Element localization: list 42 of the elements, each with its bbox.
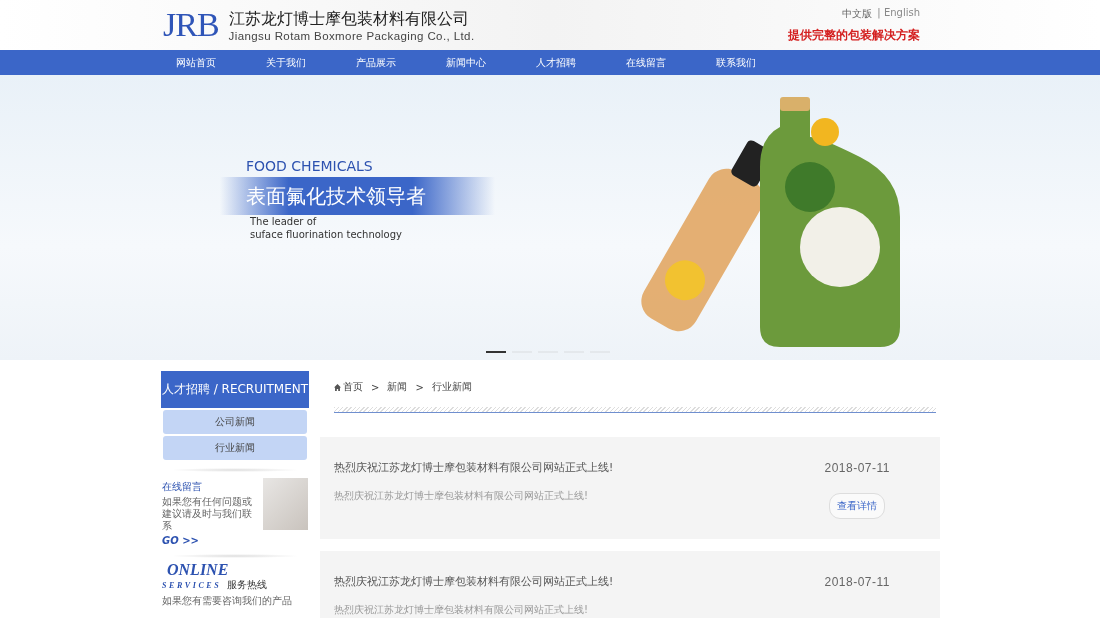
home-icon [334,383,341,391]
news-summary: 热烈庆祝江苏龙灯博士摩包装材料有限公司网站正式上线! [334,489,589,503]
slogan: 提供完整的包装解决方案 [788,26,920,44]
breadcrumb-item[interactable]: > [371,381,380,393]
hotline-label: 服务热线 [227,578,268,592]
news-title[interactable]: 热烈庆祝江苏龙灯博士摩包装材料有限公司网站正式上线! [334,461,614,475]
slide-indicator[interactable] [486,351,506,353]
news-summary: 热烈庆祝江苏龙灯博士摩包装材料有限公司网站正式上线! [334,603,589,617]
go-link[interactable]: GO >> [162,535,261,546]
language-link[interactable]: 中文版 [842,6,873,21]
news-title[interactable]: 热烈庆祝江苏龙灯博士摩包装材料有限公司网站正式上线! [334,575,614,589]
sidebar-item[interactable]: 公司新闻 [163,410,307,434]
nav-item[interactable]: 产品展示 [331,50,421,75]
news-date: 2018-07-11 [824,575,890,589]
details-button[interactable]: 查看详情 [829,493,886,519]
banner-subtitle: suface fluorination technology [250,228,403,241]
company-name: 江苏龙灯博士摩包装材料有限公司 [228,8,470,30]
message-title: 在线留言 [162,480,203,494]
breadcrumb-item[interactable]: 行业新闻 [431,380,472,394]
breadcrumb-item[interactable]: 新闻 [387,380,408,394]
banner-kicker: FOOD CHEMICALS [246,158,374,174]
sidebar-item[interactable]: 行业新闻 [163,436,307,460]
services-text: 如果您有需要咨询我们的产品 [162,594,293,608]
message-text: 如果您有任何问题或建议请及时与我们联系 [162,496,253,532]
company-name-english: Jiangsu Rotam Boxmore Packaging Co., Ltd. [228,29,475,42]
banner-subtitle: The leader of [250,215,318,228]
nav-item[interactable]: 关于我们 [241,50,331,75]
services-wordmark: SERVICES [162,581,222,590]
nav-item[interactable]: 联系我们 [691,50,781,75]
breadcrumb-item[interactable]: > [415,381,424,393]
nav-item[interactable]: 新闻中心 [421,50,511,75]
breadcrumb-item[interactable]: 首页 [343,380,363,394]
nav-item[interactable]: 人才招聘 [511,50,601,75]
language-link[interactable]: | English [877,6,920,21]
news-date: 2018-07-11 [824,461,890,475]
online-wordmark: ONLINE [167,562,230,578]
logo: JRB [163,6,219,44]
sidebar-title: 人才招聘 / RECRUITMENT [161,371,309,408]
nav-item[interactable]: 在线留言 [601,50,691,75]
nav-item[interactable]: 网站首页 [151,50,241,75]
banner-headline: 表面氟化技术领导者 [246,182,426,210]
photo-placeholder [262,478,308,530]
